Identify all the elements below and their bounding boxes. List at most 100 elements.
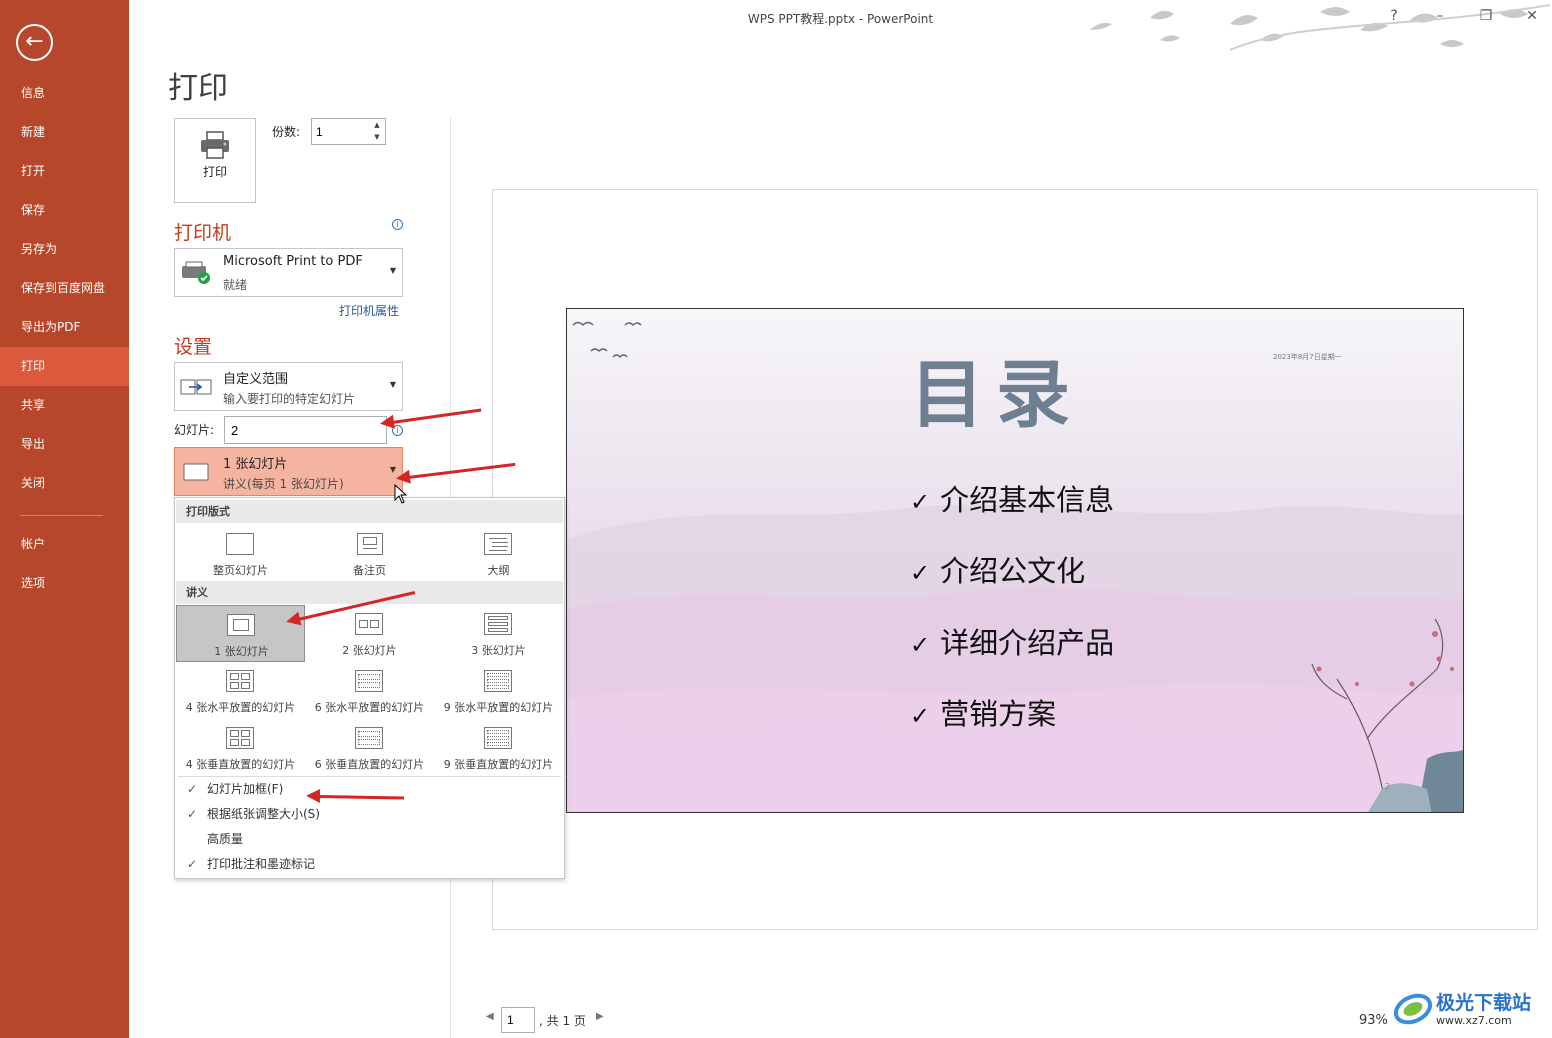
slide-bullet: ✓ 营销方案 bbox=[910, 697, 1057, 731]
sidebar-item-close[interactable]: 关闭 bbox=[0, 464, 129, 503]
option-label: 大纲 bbox=[487, 564, 510, 577]
backstage-sidebar: ← 信息 新建 打开 保存 另存为 保存到百度网盘 导出为PDF 打印 共享 导… bbox=[0, 0, 129, 1038]
printer-properties-link[interactable]: 打印机属性 bbox=[339, 302, 399, 319]
slide-bullet: ✓ 详细介绍产品 bbox=[910, 626, 1115, 660]
slides-input[interactable] bbox=[224, 416, 387, 444]
next-page-icon[interactable]: ▶ bbox=[596, 1011, 604, 1022]
settings-section-title: 设置 bbox=[174, 336, 213, 358]
sidebar-item-options[interactable]: 选项 bbox=[0, 564, 129, 603]
handout-1-slide-icon bbox=[227, 614, 255, 636]
option-label: 9 张垂直放置的幻灯片 bbox=[443, 758, 554, 771]
option-label: 3 张幻灯片 bbox=[471, 644, 526, 657]
copies-input[interactable] bbox=[316, 123, 368, 141]
sidebar-item-print[interactable]: 打印 bbox=[0, 347, 129, 386]
option-notes-pages[interactable]: 备注页 bbox=[305, 525, 434, 582]
handout-4-vertical[interactable]: 4 张垂直放置的幻灯片 bbox=[176, 719, 305, 776]
sidebar-divider bbox=[20, 515, 103, 516]
handout-6-vertical[interactable]: 6 张垂直放置的幻灯片 bbox=[305, 719, 434, 776]
sidebar-item-save-as[interactable]: 另存为 bbox=[0, 230, 129, 269]
check-icon: ✓ bbox=[910, 559, 931, 587]
option-print-comments[interactable]: ✓ 打印批注和墨迹标记 bbox=[176, 852, 563, 877]
check-icon: ✓ bbox=[186, 782, 198, 796]
handout-3-slides[interactable]: 3 张幻灯片 bbox=[434, 605, 563, 662]
sidebar-item-account[interactable]: 帐户 bbox=[0, 525, 129, 564]
handout-9-vertical[interactable]: 9 张垂直放置的幻灯片 bbox=[434, 719, 563, 776]
printer-ready-icon bbox=[182, 261, 210, 284]
handout-2-slides-icon bbox=[355, 613, 383, 635]
option-label: 4 张水平放置的幻灯片 bbox=[185, 701, 296, 714]
handout-4-slides-icon bbox=[226, 727, 254, 749]
handout-4-slides-icon bbox=[226, 670, 254, 692]
handout-9-slides-icon bbox=[484, 670, 512, 692]
option-label: 幻灯片加框(F) bbox=[207, 782, 284, 796]
printer-icon bbox=[201, 131, 229, 159]
chevron-down-icon: ▼ bbox=[389, 266, 396, 275]
sidebar-item-export[interactable]: 导出 bbox=[0, 425, 129, 464]
slides-label: 幻灯片: bbox=[174, 423, 215, 437]
handout-4-horizontal[interactable]: 4 张水平放置的幻灯片 bbox=[176, 662, 305, 719]
page-number-input[interactable] bbox=[501, 1007, 535, 1033]
layout-select[interactable]: 1 张幻灯片 讲义(每页 1 张幻灯片) ▼ bbox=[174, 447, 403, 496]
aurora-logo-icon bbox=[1393, 993, 1433, 1025]
help-button[interactable]: ? bbox=[1380, 4, 1408, 28]
zoom-level[interactable]: 93% bbox=[1359, 1013, 1388, 1028]
slide-title: 目录 bbox=[910, 352, 1082, 438]
restore-button[interactable]: ❐ bbox=[1472, 4, 1500, 28]
slide-preview: 2023年8月7日星期一 目录 ✓ 介绍基本信息 ✓ 介绍公文化 ✓ 详细介绍产品 ✓… bbox=[566, 308, 1464, 813]
chevron-down-icon: ▼ bbox=[389, 380, 396, 389]
check-icon: ✓ bbox=[186, 807, 198, 821]
slide-bullet: ✓ 介绍基本信息 bbox=[910, 483, 1115, 517]
handout-3-slides-icon bbox=[484, 613, 512, 635]
option-label: 6 张垂直放置的幻灯片 bbox=[314, 758, 425, 771]
option-outline[interactable]: 大纲 bbox=[434, 525, 563, 582]
option-label: 备注页 bbox=[353, 564, 386, 577]
copies-label: 份数: bbox=[272, 125, 301, 139]
print-button[interactable]: 打印 bbox=[174, 118, 256, 203]
check-icon: ✓ bbox=[186, 857, 198, 871]
annotation-arrow bbox=[391, 408, 482, 424]
option-scale-to-fit[interactable]: ✓ 根据纸张调整大小(S) bbox=[176, 802, 563, 827]
sidebar-item-save-to-baidu[interactable]: 保存到百度网盘 bbox=[0, 269, 129, 308]
sidebar-item-info[interactable]: 信息 bbox=[0, 74, 129, 113]
slide-bullet: ✓ 介绍公文化 bbox=[910, 554, 1086, 588]
spin-down-icon[interactable]: ▼ bbox=[372, 132, 382, 143]
option-label: 1 张幻灯片 bbox=[214, 645, 269, 658]
option-label: 4 张垂直放置的幻灯片 bbox=[185, 758, 296, 771]
printer-select[interactable]: Microsoft Print to PDF 就绪 ▼ bbox=[174, 248, 403, 297]
spin-up-icon[interactable]: ▲ bbox=[372, 120, 382, 131]
check-icon: ✓ bbox=[910, 702, 931, 730]
notes-page-icon bbox=[357, 533, 383, 555]
minimize-button[interactable]: – bbox=[1426, 4, 1454, 28]
info-icon[interactable]: i bbox=[392, 219, 403, 230]
option-label: 9 张水平放置的幻灯片 bbox=[443, 701, 554, 714]
handout-6-horizontal[interactable]: 6 张水平放置的幻灯片 bbox=[305, 662, 434, 719]
watermark-title: 极光下载站 bbox=[1436, 992, 1532, 1014]
print-button-label: 打印 bbox=[202, 165, 227, 179]
back-arrow-icon[interactable]: ← bbox=[16, 24, 53, 61]
option-full-page-slides[interactable]: 整页幻灯片 bbox=[176, 525, 305, 582]
option-label: 打印批注和墨迹标记 bbox=[207, 857, 316, 871]
previous-page-icon[interactable]: ◀ bbox=[486, 1011, 494, 1022]
layout-dropdown-menu: 打印版式 整页幻灯片 备注页 大纲 讲义 1 张幻灯片 2 张幻灯片 3 张幻灯… bbox=[174, 497, 565, 879]
option-label: 高质量 bbox=[207, 832, 244, 846]
sidebar-item-share[interactable]: 共享 bbox=[0, 386, 129, 425]
mouse-cursor-icon bbox=[394, 484, 408, 504]
sidebar-item-new[interactable]: 新建 bbox=[0, 113, 129, 152]
option-label: 根据纸张调整大小(S) bbox=[207, 807, 320, 821]
check-icon: ✓ bbox=[910, 631, 931, 659]
watermark-logo: 极光下载站 www.xz7.com bbox=[1390, 984, 1550, 1034]
full-slide-icon bbox=[183, 463, 209, 481]
print-range-select[interactable]: 自定义范围 输入要打印的特定幻灯片 ▼ bbox=[174, 362, 403, 411]
sidebar-item-save[interactable]: 保存 bbox=[0, 191, 129, 230]
powerpoint-backstage-print: ← 信息 新建 打开 保存 另存为 保存到百度网盘 导出为PDF 打印 共享 导… bbox=[0, 0, 1552, 1038]
handout-6-slides-icon bbox=[355, 670, 383, 692]
option-label: 2 张幻灯片 bbox=[342, 644, 397, 657]
handout-9-horizontal[interactable]: 9 张水平放置的幻灯片 bbox=[434, 662, 563, 719]
sidebar-item-export-pdf[interactable]: 导出为PDF bbox=[0, 308, 129, 347]
sidebar-item-open[interactable]: 打开 bbox=[0, 152, 129, 191]
close-window-button[interactable]: ✕ bbox=[1518, 4, 1546, 28]
outline-icon bbox=[484, 533, 512, 555]
copies-stepper[interactable]: ▲ ▼ bbox=[311, 118, 386, 145]
watermark-url: www.xz7.com bbox=[1436, 1014, 1512, 1027]
option-high-quality[interactable]: 高质量 bbox=[176, 827, 563, 852]
